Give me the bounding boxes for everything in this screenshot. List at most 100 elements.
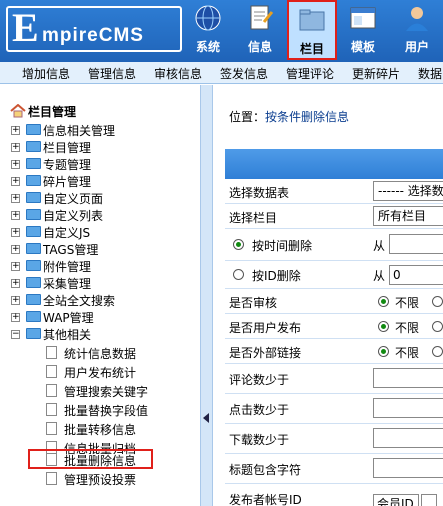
nav-label: 模板 <box>350 40 375 54</box>
expand-icon[interactable]: + <box>11 194 20 203</box>
sidebar: 栏目管理 + 信息相关管理 + 栏目管理 + 专题管理 + 碎片管理 + 自定义… <box>0 85 200 506</box>
folder-icon <box>26 141 41 152</box>
splitter[interactable] <box>200 85 213 506</box>
downloads-input[interactable] <box>373 428 443 448</box>
extlink-any-radio[interactable] <box>378 346 389 357</box>
tree-label: 全站全文搜索 <box>43 294 116 308</box>
nav-info[interactable]: 信息 <box>237 0 283 60</box>
id-radio[interactable] <box>233 269 244 280</box>
id-from-input[interactable]: 0 <box>389 265 443 285</box>
tree-subitem-selected[interactable]: 批量删除信息 <box>28 449 153 469</box>
tree-root[interactable]: 栏目管理 <box>10 103 190 119</box>
collapse-icon[interactable]: − <box>11 330 20 339</box>
nav-label: 栏目 <box>299 42 324 56</box>
tree-group[interactable]: − 其他相关 <box>10 326 190 343</box>
row-clicks: 点击数少于 <box>225 394 443 424</box>
column-select[interactable]: 所有栏目 <box>373 206 443 226</box>
userpost-any-radio[interactable] <box>378 321 389 332</box>
menu-update-fragments[interactable]: 更新碎片 <box>352 65 400 82</box>
expand-icon[interactable]: + <box>11 279 20 288</box>
tree-item[interactable]: + 信息相关管理 <box>10 122 190 139</box>
menu-data[interactable]: 数据 <box>418 65 442 82</box>
page-icon <box>46 403 57 416</box>
time-radio[interactable] <box>233 239 244 250</box>
tree-item[interactable]: + 自定义页面 <box>10 190 190 207</box>
tree-subitem[interactable]: 管理搜索关键字 <box>10 381 190 400</box>
expand-icon[interactable]: + <box>11 211 20 220</box>
field-label: 按ID删除 <box>252 269 301 283</box>
main-panel: 位置：按条件删除信息 选择数据表 ------ 选择数 选择栏目 所有栏目 按时… <box>213 85 443 506</box>
tree-label: 统计信息数据 <box>64 347 137 361</box>
folder-icon <box>26 124 41 135</box>
userpost-yes-radio[interactable] <box>432 321 443 332</box>
page-icon <box>46 453 57 466</box>
folder-icon <box>26 209 41 220</box>
document-icon <box>250 5 274 30</box>
menu-review-info[interactable]: 审核信息 <box>154 65 202 82</box>
tree-item[interactable]: + 专题管理 <box>10 156 190 173</box>
folder-icon <box>26 243 41 254</box>
field-label: 点击数少于 <box>229 403 290 417</box>
publisher-type-select[interactable]: 会员ID <box>373 494 419 506</box>
nav-user[interactable]: 用户 <box>394 0 440 60</box>
collapse-arrow-icon[interactable] <box>203 413 209 423</box>
expand-icon[interactable]: + <box>11 245 20 254</box>
clicks-input[interactable] <box>373 398 443 418</box>
table-select[interactable]: ------ 选择数 <box>373 181 443 201</box>
menu-sign-info[interactable]: 签发信息 <box>220 65 268 82</box>
tree-label: TAGS管理 <box>43 243 99 257</box>
logo: E mpireCMS <box>6 6 182 52</box>
time-from-input[interactable] <box>389 234 443 254</box>
menu-manage-comments[interactable]: 管理评论 <box>286 65 334 82</box>
expand-icon[interactable]: + <box>11 143 20 152</box>
tree-subitem[interactable]: 批量替换字段值 <box>10 400 190 419</box>
expand-icon[interactable]: + <box>11 177 20 186</box>
menu-manage-info[interactable]: 管理信息 <box>88 65 136 82</box>
tree-item[interactable]: + 栏目管理 <box>10 139 190 156</box>
tree-label: 自定义页面 <box>43 192 104 206</box>
tree-label: 批量转移信息 <box>64 423 137 437</box>
comments-input[interactable] <box>373 368 443 388</box>
tree-subitem[interactable]: 统计信息数据 <box>10 343 190 362</box>
page-icon <box>46 365 57 378</box>
folder-icon <box>26 226 41 237</box>
tree-item[interactable]: + WAP管理 <box>10 309 190 326</box>
tree-subitem[interactable]: 管理预设投票 <box>10 469 190 488</box>
expand-icon[interactable]: + <box>11 262 20 271</box>
tree-subitem[interactable]: 用户发布统计 <box>10 362 190 381</box>
breadcrumb-link[interactable]: 按条件删除信息 <box>265 110 349 124</box>
tree-item[interactable]: + 附件管理 <box>10 258 190 275</box>
tree-item[interactable]: + 全站全文搜索 <box>10 292 190 309</box>
menubar: 增加信息 管理信息 审核信息 签发信息 管理评论 更新碎片 数据 <box>0 62 443 84</box>
field-label: 选择栏目 <box>229 211 278 225</box>
folder-icon <box>26 158 41 169</box>
tree-label: 批量删除信息 <box>64 454 137 468</box>
tree-item[interactable]: + 碎片管理 <box>10 173 190 190</box>
nav-column[interactable]: 栏目 <box>287 0 337 60</box>
tree-label: 栏目管理 <box>43 141 92 155</box>
expand-icon[interactable]: + <box>11 160 20 169</box>
expand-icon[interactable]: + <box>11 228 20 237</box>
nav-template[interactable]: 模板 <box>340 0 386 60</box>
tree-subitem[interactable]: 批量转移信息 <box>10 419 190 438</box>
field-label: 下载数少于 <box>229 433 290 447</box>
tree-item[interactable]: + TAGS管理 <box>10 241 190 258</box>
expand-icon[interactable]: + <box>11 126 20 135</box>
tree-label: 批量替换字段值 <box>64 404 149 418</box>
expand-icon[interactable]: + <box>11 296 20 305</box>
tree-label: 管理搜索关键字 <box>64 385 149 399</box>
title-input[interactable] <box>373 458 443 478</box>
nav-system[interactable]: 系统 <box>185 0 231 60</box>
tree-item[interactable]: + 采集管理 <box>10 275 190 292</box>
expand-icon[interactable]: + <box>11 313 20 322</box>
tree-label: 用户发布统计 <box>64 366 137 380</box>
tree-item[interactable]: + 自定义列表 <box>10 207 190 224</box>
tree-item[interactable]: + 自定义JS <box>10 224 190 241</box>
dropdown-arrow-icon[interactable] <box>421 494 437 506</box>
page-icon <box>46 422 57 435</box>
menu-add-info[interactable]: 增加信息 <box>22 65 70 82</box>
extlink-yes-radio[interactable] <box>432 346 443 357</box>
checked-yes-radio[interactable] <box>432 296 443 307</box>
checked-any-radio[interactable] <box>378 296 389 307</box>
row-checked: 是否审核 不限 <box>225 289 443 314</box>
